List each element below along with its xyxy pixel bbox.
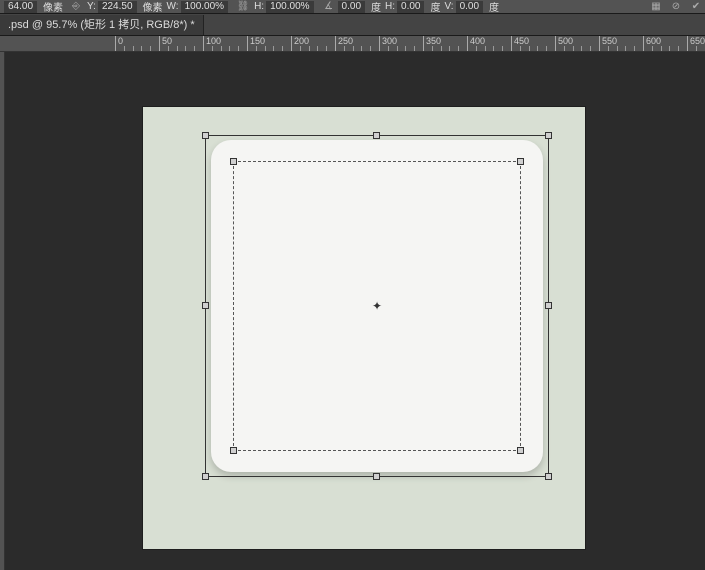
angle-h-unit: 度 xyxy=(430,0,440,14)
shear-unit: 度 xyxy=(371,0,381,14)
rounded-rectangle-shape[interactable] xyxy=(211,140,543,472)
transform-handle-top-left[interactable] xyxy=(202,132,209,139)
transform-handle-bottom-middle[interactable] xyxy=(373,473,380,480)
y-value[interactable]: 224.50 xyxy=(98,1,137,13)
w-value[interactable]: 100.00% xyxy=(181,1,228,13)
interpolation-icon[interactable]: ▦ xyxy=(649,1,663,13)
transform-handle-bottom-left[interactable] xyxy=(202,473,209,480)
ruler-tick: 0 xyxy=(115,36,123,52)
ruler-tick: 50 xyxy=(159,36,172,52)
horizontal-ruler[interactable]: 050100150200250300350400450500550600650 xyxy=(0,36,705,52)
angle-h-value[interactable]: 0.00 xyxy=(397,1,424,13)
transform-handle-middle-left[interactable] xyxy=(202,302,209,309)
document-tab-bar: .psd @ 95.7% (矩形 1 拷贝, RGB/8*) * xyxy=(0,14,705,36)
angle-h-label: H: xyxy=(385,1,395,12)
y-label: Y: xyxy=(87,1,96,12)
transform-handle-bottom-right[interactable] xyxy=(545,473,552,480)
document-tab[interactable]: .psd @ 95.7% (矩形 1 拷贝, RGB/8*) * xyxy=(0,15,204,35)
y-unit: 像素 xyxy=(143,0,163,14)
transform-handle-top-middle[interactable] xyxy=(373,132,380,139)
artboard: ✦ xyxy=(143,107,585,549)
x-value[interactable]: 64.00 xyxy=(4,1,37,13)
x-unit: 像素 xyxy=(43,0,63,14)
commit-icon[interactable]: ✔ xyxy=(689,1,703,13)
h-value[interactable]: 100.00% xyxy=(266,1,313,13)
angle-icon: ∡ xyxy=(322,1,336,13)
transform-options-bar: 64.00 像素 ⎆ Y: 224.50 像素 W: 100.00% ⛓ H: … xyxy=(0,0,705,14)
transform-handle-middle-right[interactable] xyxy=(545,302,552,309)
w-label: W: xyxy=(167,1,179,12)
transform-handle-top-right[interactable] xyxy=(545,132,552,139)
angle-v-value[interactable]: 0.00 xyxy=(456,1,483,13)
chain-icon[interactable]: ⛓ xyxy=(236,1,250,13)
link-icon[interactable]: ⎆ xyxy=(69,1,83,13)
shear-value[interactable]: 0.00 xyxy=(338,1,365,13)
cancel-icon[interactable]: ⊘ xyxy=(669,1,683,13)
canvas-area[interactable]: ✦ xyxy=(5,52,705,570)
h-label: H: xyxy=(254,1,264,12)
angle-v-label: V: xyxy=(444,1,453,12)
angle-v-unit: 度 xyxy=(489,0,499,14)
